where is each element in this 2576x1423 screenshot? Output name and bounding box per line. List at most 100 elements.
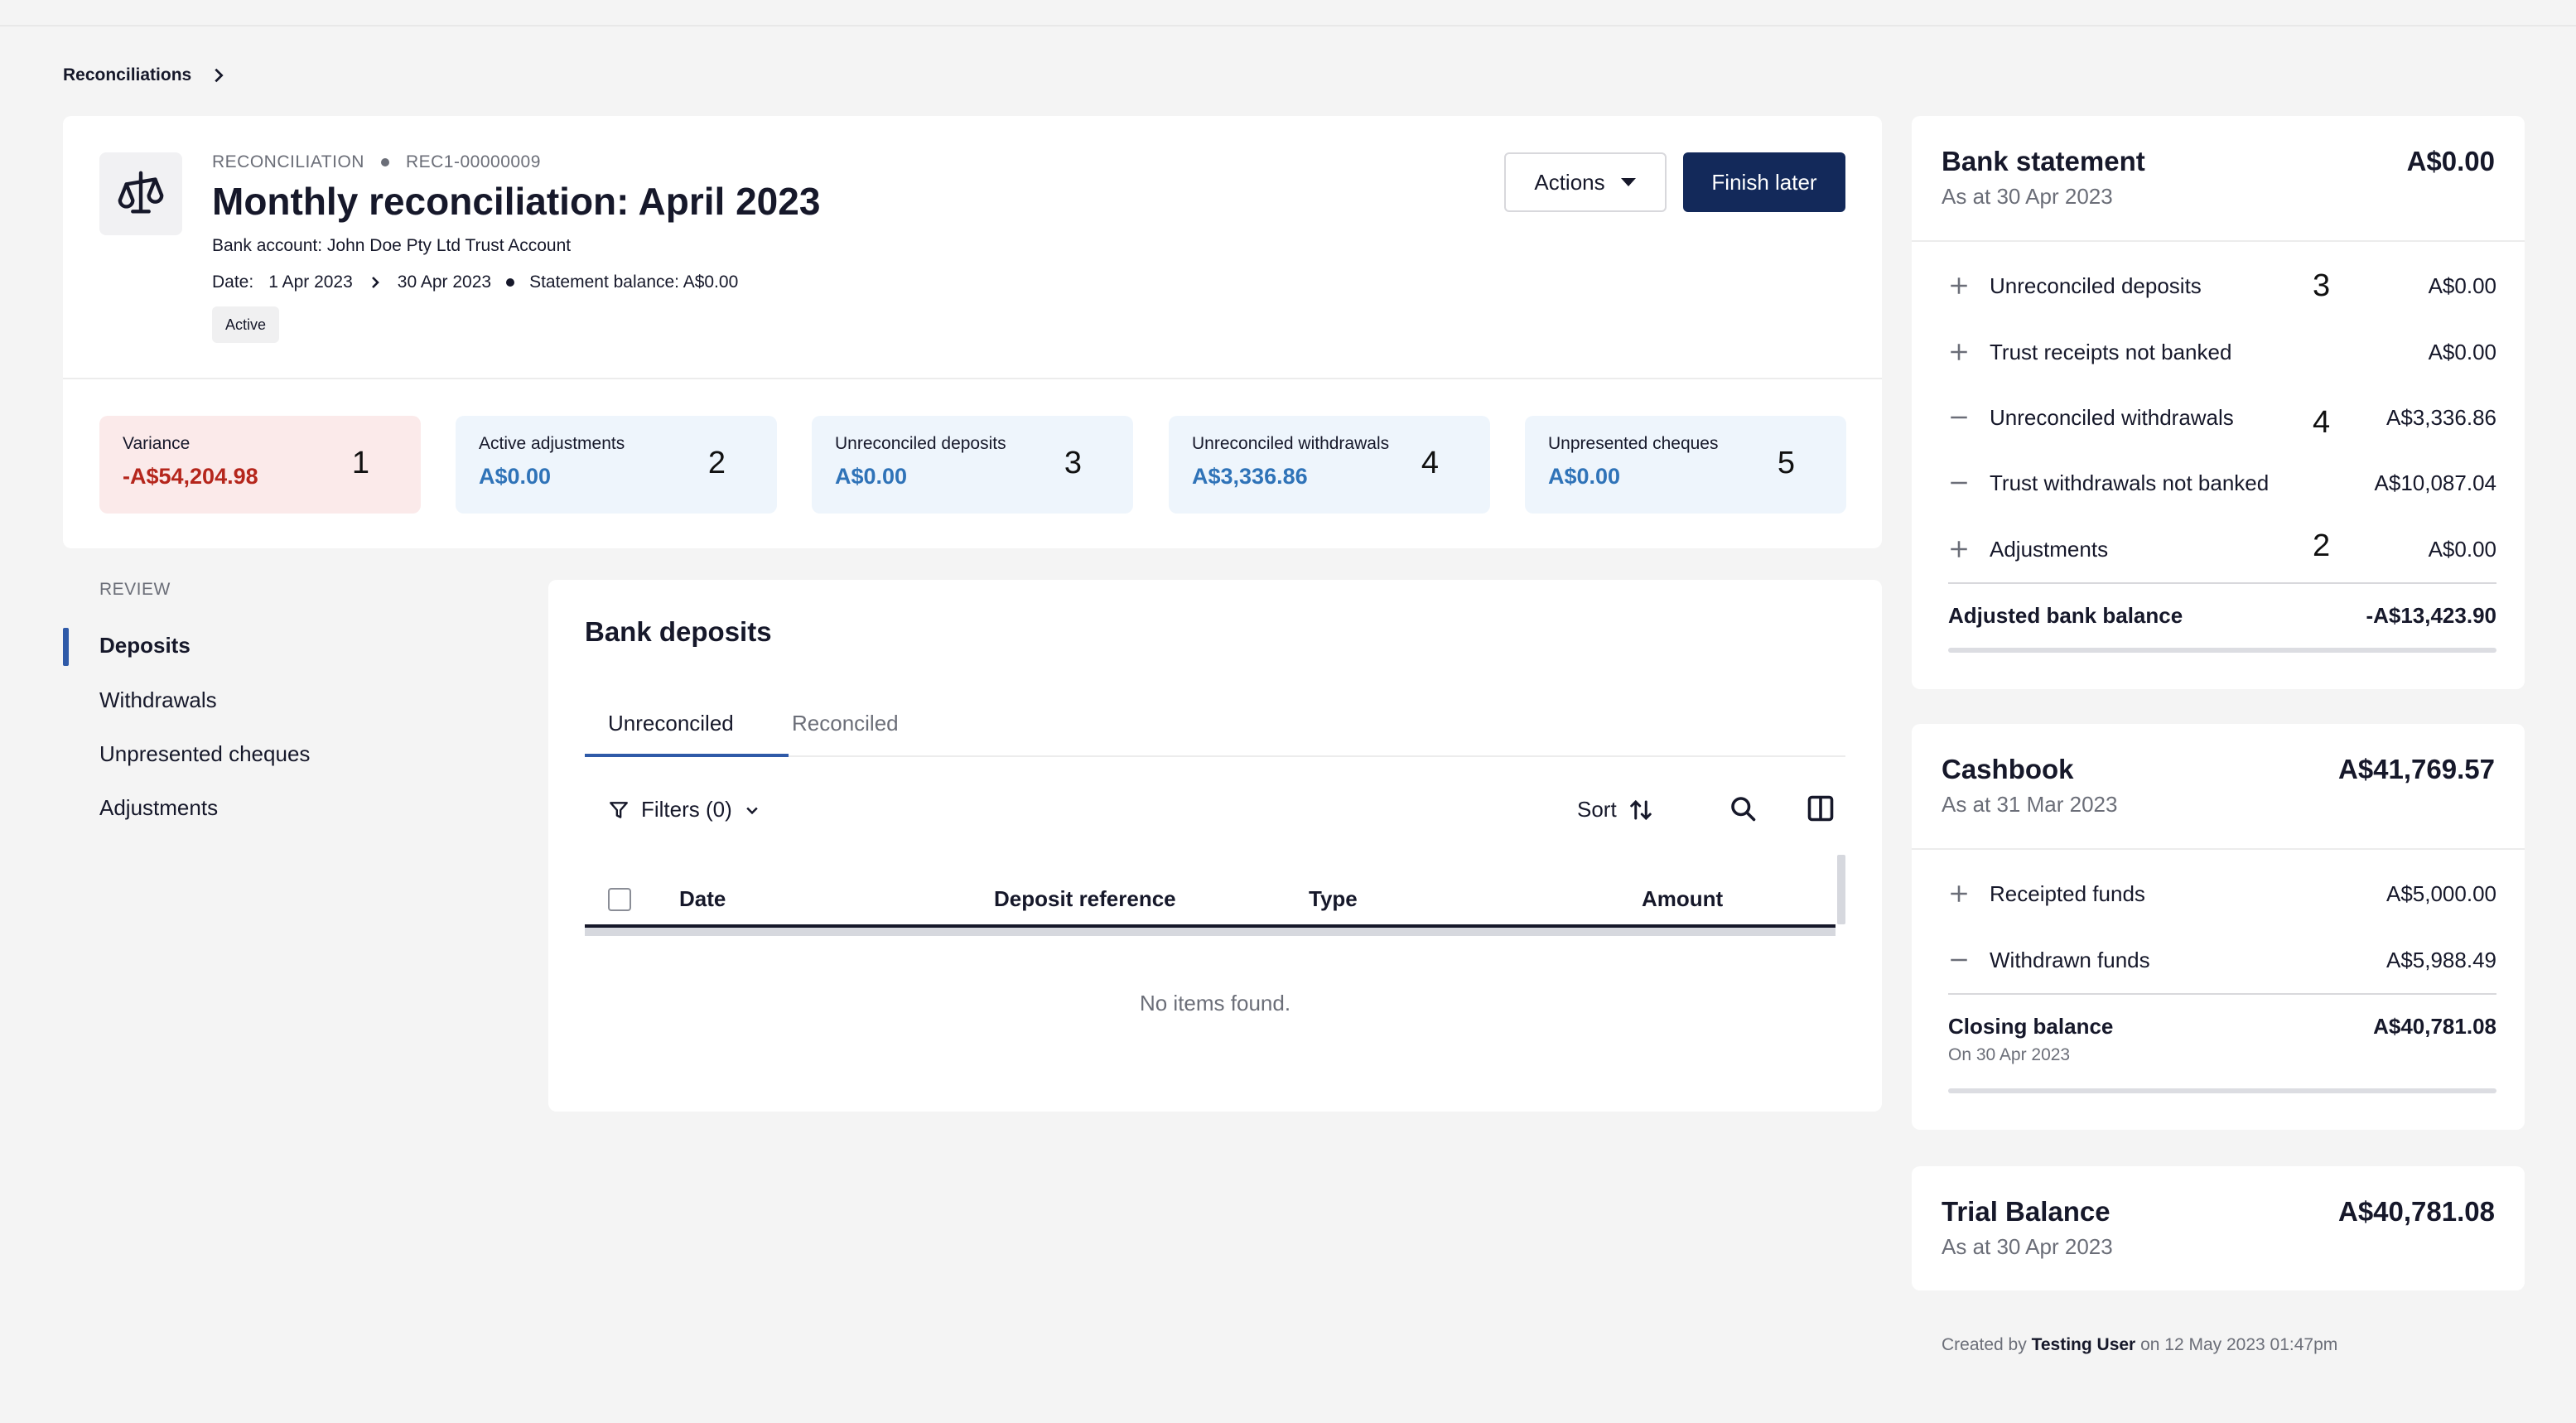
stat-value: -A$54,204.98 xyxy=(123,464,258,489)
divider xyxy=(1912,240,2525,242)
date-to: 30 Apr 2023 xyxy=(397,273,492,292)
adjusted-balance-amount: -A$13,423.90 xyxy=(2366,603,2496,628)
bank-row-trust-receipts: Trust receipts not banked A$0.00 xyxy=(1948,335,2496,371)
tab-unreconciled[interactable]: Unreconciled xyxy=(608,711,734,736)
active-tab-underline xyxy=(585,754,789,757)
row-label: Trust receipts not banked xyxy=(1990,340,2232,364)
cashbook-date: As at 31 Mar 2023 xyxy=(1942,792,2118,817)
caret-down-icon xyxy=(1620,178,1636,186)
row-amount: A$5,988.49 xyxy=(2385,948,2496,972)
sort-arrows-icon xyxy=(1629,799,1652,820)
reconciliation-kind: RECONCILIATION xyxy=(212,152,364,171)
row-label: Unreconciled deposits xyxy=(1990,273,2202,298)
cashbook-card: Cashbook As at 31 Mar 2023 A$41,769.57 R… xyxy=(1912,724,2525,1130)
filters-button[interactable]: Filters (0) xyxy=(608,797,760,822)
sum-divider xyxy=(1948,582,2496,584)
nav-item-adjustments[interactable]: Adjustments xyxy=(99,795,218,821)
stat-number: 3 xyxy=(1064,446,1082,480)
row-number: 4 xyxy=(2313,405,2331,440)
stat-label: Unreconciled deposits xyxy=(835,434,1006,453)
finish-later-button[interactable]: Finish later xyxy=(1683,152,1845,212)
bank-statement-date: As at 30 Apr 2023 xyxy=(1942,184,2113,209)
table-scrollbar[interactable] xyxy=(1837,855,1845,924)
reconciliation-reference: REC1-00000009 xyxy=(405,152,541,171)
stat-number: 5 xyxy=(1777,446,1795,480)
closing-balance-date: On 30 Apr 2023 xyxy=(1948,1045,2071,1064)
cashbook-row-receipted: Receipted funds A$5,000.00 xyxy=(1948,876,2496,913)
bank-statement-title: Bank statement xyxy=(1942,146,2145,176)
row-amount: A$0.00 xyxy=(2428,340,2496,364)
stat-number: 1 xyxy=(351,446,369,480)
closing-balance-amount: A$40,781.08 xyxy=(2373,1014,2496,1039)
date-label: Date: xyxy=(212,273,254,292)
bank-row-trust-withdrawals: Trust withdrawals not banked A$10,087.04 xyxy=(1948,465,2496,502)
tab-reconciled[interactable]: Reconciled xyxy=(792,711,899,736)
cashbook-row-withdrawn: Withdrawn funds A$5,988.49 xyxy=(1948,943,2496,979)
plus-icon xyxy=(1951,277,1967,294)
nav-item-unpresented-cheques[interactable]: Unpresented cheques xyxy=(99,741,310,767)
separator-dot xyxy=(380,158,389,166)
stat-unpresented-cheques[interactable]: Unpresented cheques A$0.00 5 xyxy=(1525,416,1846,514)
trial-balance-card: Trial Balance As at 30 Apr 2023 A$40,781… xyxy=(1912,1166,2525,1290)
reconciliation-meta: RECONCILIATION REC1-00000009 xyxy=(212,152,541,172)
columns-icon[interactable] xyxy=(1806,794,1836,823)
column-date[interactable]: Date xyxy=(679,886,726,912)
minus-icon xyxy=(1951,416,1967,419)
row-amount: A$0.00 xyxy=(2428,537,2496,562)
breadcrumb: Reconciliations xyxy=(63,63,228,88)
trial-balance-date: As at 30 Apr 2023 xyxy=(1942,1234,2113,1259)
column-deposit-reference[interactable]: Deposit reference xyxy=(994,886,1176,912)
column-type[interactable]: Type xyxy=(1309,886,1358,912)
date-from: 1 Apr 2023 xyxy=(268,273,353,292)
created-user[interactable]: Testing User xyxy=(2032,1335,2136,1354)
closing-balance-label: Closing balance xyxy=(1948,1014,2114,1039)
minus-icon xyxy=(1951,481,1967,485)
separator-dot xyxy=(506,278,515,287)
bank-row-unreconciled-deposits: Unreconciled deposits 3 A$0.00 xyxy=(1948,268,2496,305)
chevron-right-icon xyxy=(215,68,224,83)
filters-label: Filters (0) xyxy=(641,797,732,822)
nav-item-withdrawals[interactable]: Withdrawals xyxy=(99,687,217,713)
stat-active-adjustments[interactable]: Active adjustments A$0.00 2 xyxy=(456,416,777,514)
stat-label: Variance xyxy=(123,434,191,453)
row-amount: A$10,087.04 xyxy=(2374,470,2496,495)
minus-icon xyxy=(1951,958,1967,962)
created-by-footer: Created by Testing User on 12 May 2023 0… xyxy=(1942,1335,2337,1355)
stat-label: Unpresented cheques xyxy=(1548,434,1719,453)
divider xyxy=(1912,848,2525,850)
nav-item-deposits[interactable]: Deposits xyxy=(99,633,191,658)
header-shadow xyxy=(585,928,1836,936)
plus-icon xyxy=(1951,885,1967,902)
adjusted-balance-label: Adjusted bank balance xyxy=(1948,603,2183,628)
stat-unreconciled-withdrawals[interactable]: Unreconciled withdrawals A$3,336.86 4 xyxy=(1169,416,1490,514)
stat-value: A$0.00 xyxy=(479,464,552,489)
column-amount[interactable]: Amount xyxy=(1642,886,1723,912)
stat-variance[interactable]: Variance -A$54,204.98 1 xyxy=(99,416,421,514)
created-prefix: Created by xyxy=(1942,1335,2027,1354)
row-label: Withdrawn funds xyxy=(1990,948,2150,972)
row-label: Receipted funds xyxy=(1990,881,2145,906)
stat-unreconciled-deposits[interactable]: Unreconciled deposits A$0.00 3 xyxy=(812,416,1133,514)
bank-statement-total: A$0.00 xyxy=(2406,146,2495,176)
row-amount: A$3,336.86 xyxy=(2385,405,2496,430)
total-bar xyxy=(1948,648,2496,653)
breadcrumb-reconciliations[interactable]: Reconciliations xyxy=(63,65,191,85)
row-number: 2 xyxy=(2313,528,2331,563)
status-badge: Active xyxy=(212,306,280,343)
row-amount: A$5,000.00 xyxy=(2385,881,2496,906)
deposit-tabs: Unreconciled Reconciled xyxy=(585,692,1845,757)
stat-number: 4 xyxy=(1421,446,1439,480)
search-icon[interactable] xyxy=(1728,794,1758,823)
actions-button[interactable]: Actions xyxy=(1504,152,1667,212)
trial-balance-title: Trial Balance xyxy=(1942,1196,2110,1227)
page-title: Monthly reconciliation: April 2023 xyxy=(212,180,821,223)
select-all-checkbox[interactable] xyxy=(608,888,631,911)
bank-account: Bank account: John Doe Pty Ltd Trust Acc… xyxy=(212,236,572,255)
section-title: Bank deposits xyxy=(585,616,772,647)
sort-button[interactable]: Sort xyxy=(1577,797,1653,822)
bank-statement-card: Bank statement As at 30 Apr 2023 A$0.00 … xyxy=(1912,116,2525,689)
row-amount: A$0.00 xyxy=(2428,273,2496,298)
stat-label: Unreconciled withdrawals xyxy=(1192,434,1390,453)
bank-row-adjustments: Adjustments 2 A$0.00 xyxy=(1948,528,2496,568)
total-bar xyxy=(1948,1088,2496,1093)
